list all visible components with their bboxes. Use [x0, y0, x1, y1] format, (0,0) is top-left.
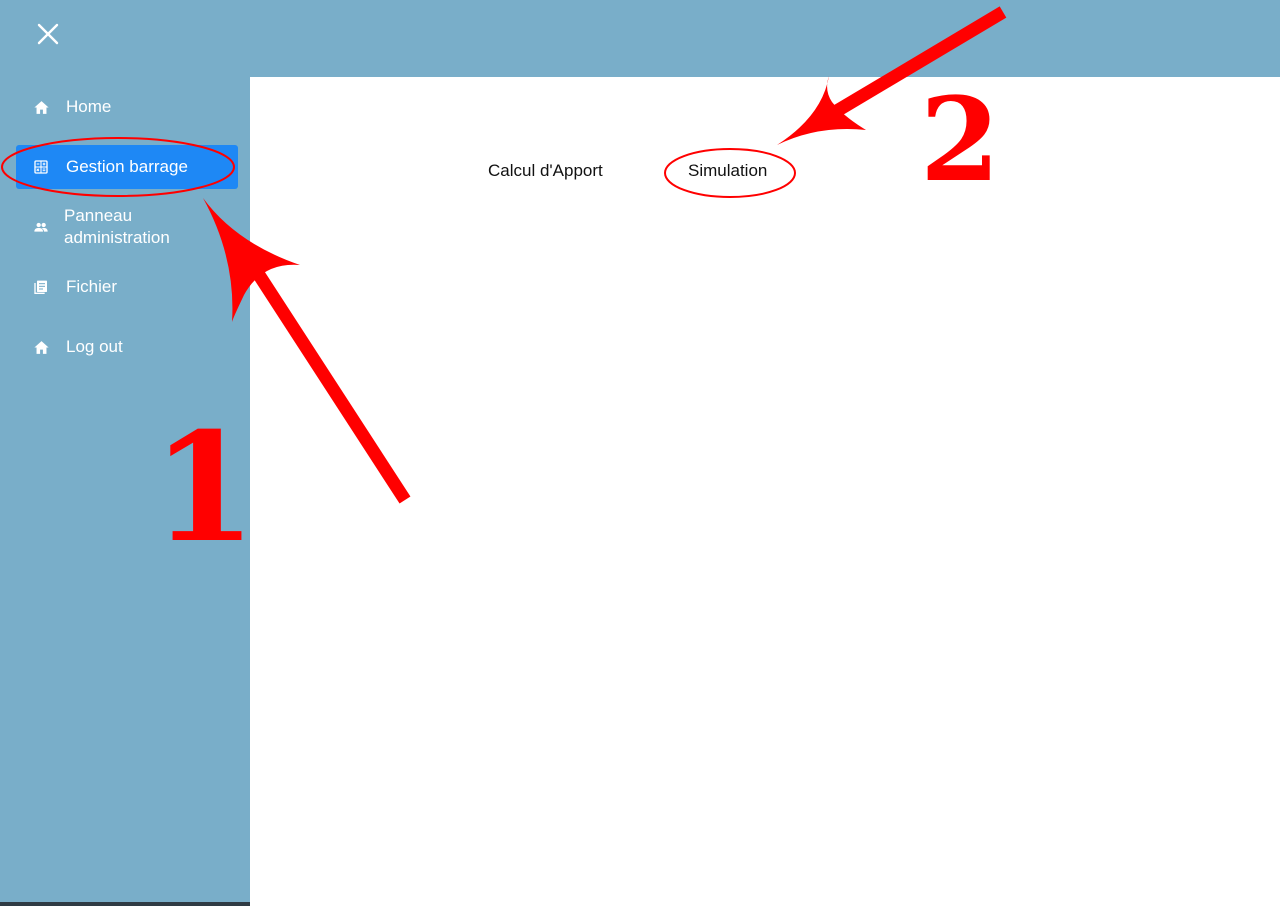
- tab-calcul-apport[interactable]: Calcul d'Apport: [488, 159, 603, 183]
- sidebar-bottom-border: [0, 902, 250, 906]
- close-icon: [37, 23, 59, 45]
- close-menu-button[interactable]: [28, 14, 68, 54]
- people-icon: [32, 218, 50, 236]
- sidebar-item-fichier[interactable]: Fichier: [16, 265, 238, 309]
- sidebar-item-label: Log out: [66, 337, 123, 356]
- sidebar-item-label: Fichier: [66, 277, 118, 296]
- top-bar: [0, 0, 1280, 77]
- document-icon: [32, 278, 50, 296]
- sidebar-item-panneau-administration[interactable]: Panneau administration: [16, 205, 238, 249]
- sidebar-item-gestion-barrage[interactable]: Gestion barrage: [16, 145, 238, 189]
- sidebar-item-label: Home: [66, 97, 112, 116]
- calculator-icon: [32, 158, 50, 176]
- sidebar-item-label: Panneau administration: [64, 206, 170, 247]
- sidebar-item-home[interactable]: Home: [16, 85, 238, 129]
- home-icon: [32, 338, 50, 356]
- home-icon: [32, 98, 50, 116]
- tab-simulation[interactable]: Simulation: [688, 159, 767, 183]
- main-content: Calcul d'Apport Simulation: [250, 77, 1280, 906]
- sidebar: Home Gestion barrage Panneau administrat…: [0, 77, 250, 906]
- sidebar-item-label: Gestion barrage: [66, 157, 188, 176]
- sidebar-item-log-out[interactable]: Log out: [16, 325, 238, 369]
